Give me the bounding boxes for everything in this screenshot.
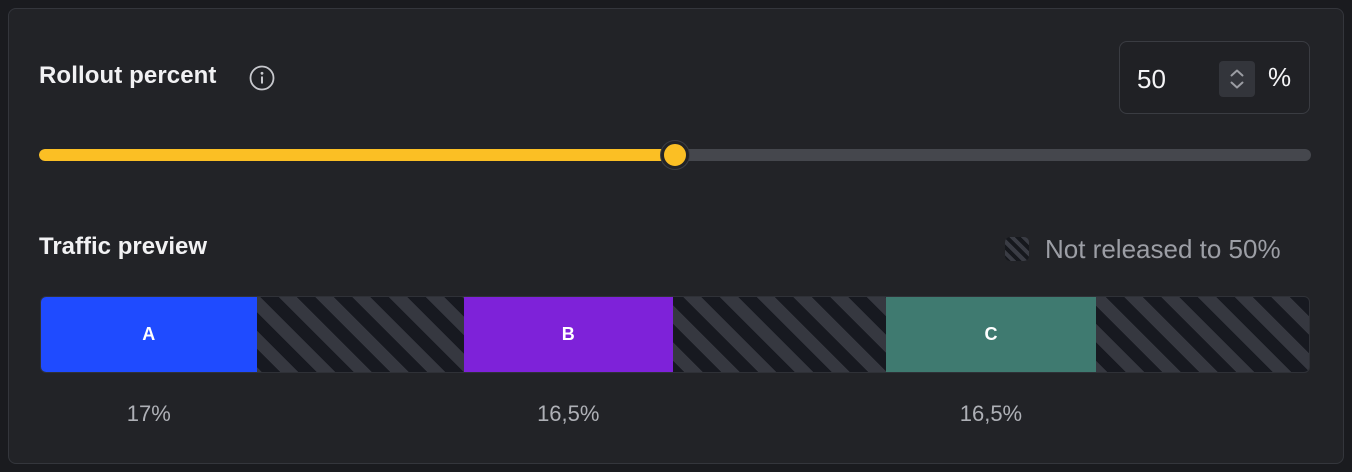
info-icon[interactable] xyxy=(249,65,275,91)
variant-label: B xyxy=(561,324,575,344)
variant-label: C xyxy=(984,324,998,344)
variant-segment-b: B xyxy=(463,297,673,372)
rollout-percent-label: Rollout percent xyxy=(39,62,217,89)
variant-share-c: 16,5% xyxy=(959,401,1023,426)
percent-suffix: % xyxy=(1268,62,1292,92)
hatched-swatch-icon xyxy=(1005,237,1029,261)
variant-share-b: 16,5% xyxy=(537,401,600,426)
chevron-up-down-icon xyxy=(1219,61,1255,97)
variant-label: A xyxy=(142,324,156,344)
traffic-bar: A B C xyxy=(40,296,1310,373)
slider-thumb[interactable] xyxy=(661,141,689,169)
variant-segment-c: C xyxy=(886,297,1096,372)
stepper-button[interactable] xyxy=(1219,61,1255,97)
rollout-percent-input[interactable] xyxy=(1137,60,1209,98)
slider-fill xyxy=(39,149,675,161)
not-released-legend: Not released to 50% xyxy=(1045,234,1281,264)
variant-segment-a: A xyxy=(41,297,257,372)
traffic-preview-label: Traffic preview xyxy=(39,233,208,260)
variant-share-a: 17% xyxy=(126,401,171,426)
